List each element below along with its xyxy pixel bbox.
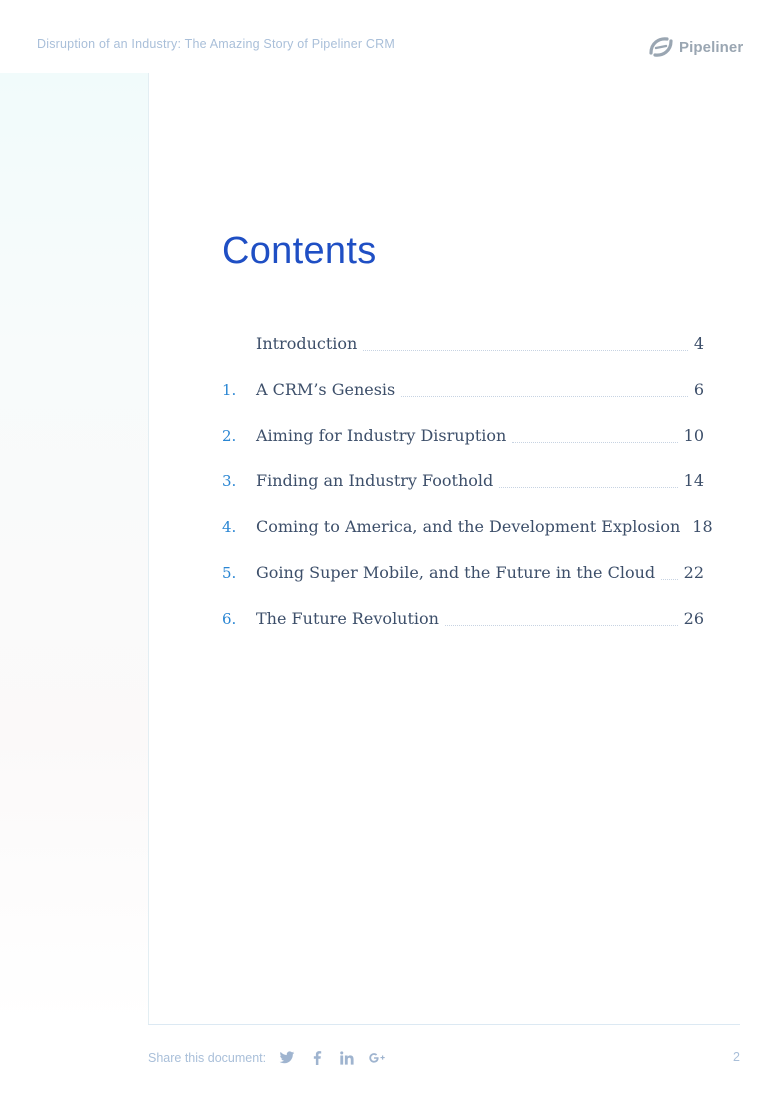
toc-label[interactable]: A CRM’s Genesis [256,376,395,404]
toc-number: 5. [222,563,237,582]
frame-divider [148,1024,740,1025]
pipeliner-logo-icon [647,35,675,59]
toc-label[interactable]: Coming to America, and the Development E… [256,513,680,541]
toc-number: 6. [222,609,237,628]
toc-page[interactable]: 10 [684,422,704,450]
toc-entry-4[interactable]: 4. Coming to America, and the Developmen… [222,513,713,559]
toc-label[interactable]: Aiming for Industry Disruption [256,422,506,450]
facebook-icon[interactable] [308,1050,326,1066]
toc-number: 1. [222,380,237,399]
toc-entry-2[interactable]: 2. Aiming for Industry Disruption 10 [222,422,704,468]
toc-leader [401,376,688,397]
toc-label[interactable]: The Future Revolution [256,605,439,633]
google-plus-icon[interactable] [368,1050,386,1066]
toc-label[interactable]: Finding an Industry Foothold [256,467,493,495]
page-number: 2 [733,1050,740,1064]
toc-entry-3[interactable]: 3. Finding an Industry Foothold 14 [222,467,704,513]
toc-leader [661,559,678,580]
toc-leader [512,422,678,443]
pipeliner-logo[interactable]: Pipeliner [647,34,743,60]
toc-leader [363,330,688,351]
toc-label[interactable]: Going Super Mobile, and the Future in th… [256,559,655,587]
toc-page[interactable]: 22 [684,559,704,587]
toc-entry-introduction[interactable]: Introduction 4 [222,330,704,376]
toc-page[interactable]: 14 [684,467,704,495]
toc-leader [444,605,678,626]
toc-entry-6[interactable]: 6. The Future Revolution 26 [222,605,704,651]
toc-entry-5[interactable]: 5. Going Super Mobile, and the Future in… [222,559,704,605]
page-title: Contents [222,230,377,272]
toc-number: 4. [222,518,237,537]
toc-leader [499,467,678,489]
twitter-icon[interactable] [278,1050,296,1066]
logo-text: Pipeliner [679,38,744,56]
toc-page[interactable]: 26 [684,605,704,633]
linkedin-icon[interactable] [338,1050,356,1066]
toc-entry-1[interactable]: 1. A CRM’s Genesis 6 [222,376,704,422]
toc-number: 3. [222,472,237,491]
toc-page[interactable]: 4 [694,330,704,358]
share-bar: Share this document: [148,1048,398,1068]
toc-number: 2. [222,426,237,445]
document-title: Disruption of an Industry: The Amazing S… [37,37,395,51]
toc-label[interactable]: Introduction [256,330,357,358]
share-label: Share this document: [148,1051,267,1065]
table-of-contents: Introduction 4 1. A CRM’s Genesis 6 2. A… [222,330,713,651]
toc-page[interactable]: 6 [694,376,704,404]
toc-page[interactable]: 18 [692,513,712,541]
side-panel [0,73,149,1025]
